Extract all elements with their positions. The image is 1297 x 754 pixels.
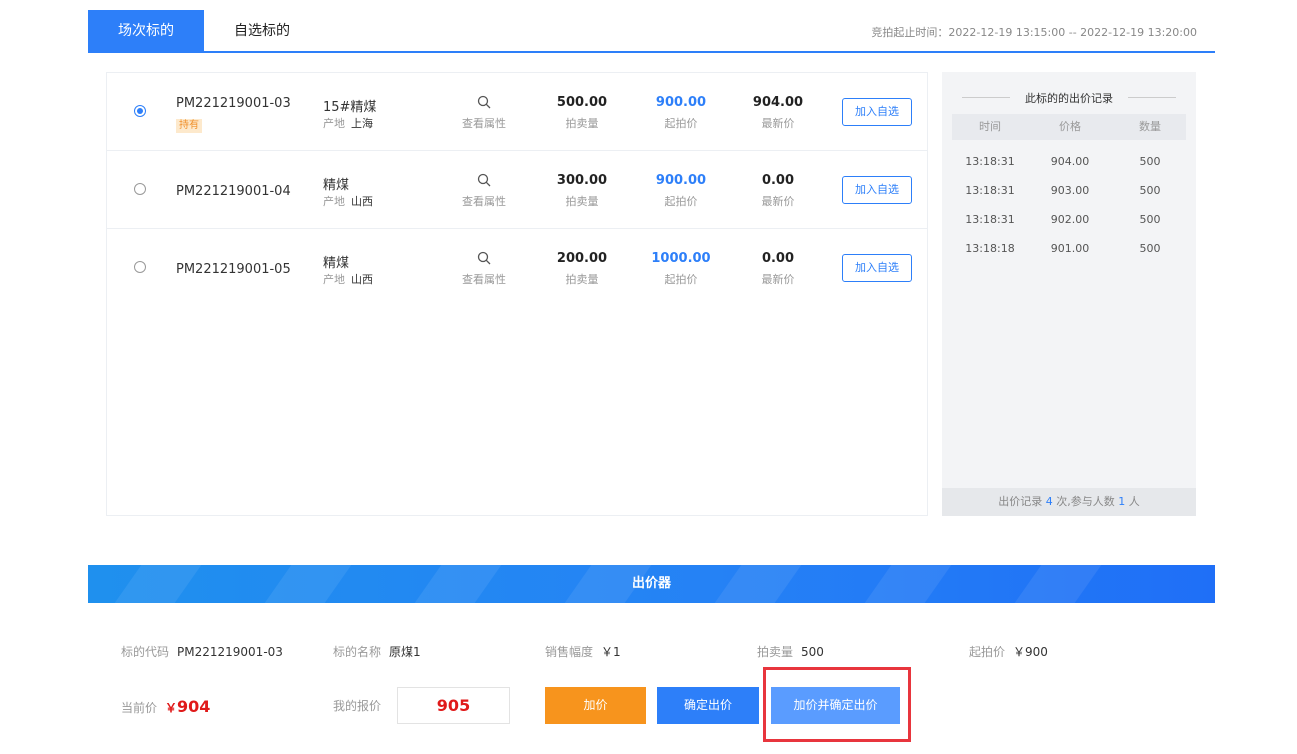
tab-watchlist-lots[interactable]: 自选标的: [204, 10, 320, 52]
bid-history-title: 此标的的出价记录: [942, 90, 1196, 106]
latest-price-metric: 0.00 最新价: [761, 251, 795, 286]
bid-history-panel: 此标的的出价记录 时间 价格 数量 13:18:31 904.00 500 13:1…: [942, 72, 1196, 516]
latest-price-metric: 0.00 最新价: [761, 173, 795, 208]
lot-row[interactable]: PM221219001-04 精煤 产地 山西 查看属性 300.00 拍卖量 90…: [107, 151, 927, 229]
confirm-bid-button[interactable]: 确定出价: [657, 687, 759, 724]
qty-metric: 300.00 拍卖量: [556, 173, 608, 208]
view-properties[interactable]: 查看属性: [439, 95, 529, 131]
bid-history-row: 13:18:18 901.00 500: [965, 242, 1161, 255]
lot-radio[interactable]: [134, 261, 146, 273]
lot-code: PM221219001-04: [176, 184, 291, 199]
bidder-banner: 出价器: [88, 565, 1215, 603]
add-watchlist-button[interactable]: 加入自选: [842, 254, 912, 282]
qty-metric: 500.00 拍卖量: [556, 95, 608, 130]
start-price-metric: 900.00 起拍价: [655, 173, 707, 208]
search-icon: [477, 173, 491, 187]
auction-time: 竞拍起止时间：2022-12-19 13:15:00 -- 2022-12-19…: [871, 26, 1197, 39]
start-price-info: 起拍价 ￥900: [969, 645, 1048, 659]
view-properties[interactable]: 查看属性: [439, 251, 529, 287]
lot-name: 15#精煤: [323, 100, 377, 115]
current-price: 当前价 ￥904: [121, 697, 211, 716]
lot-code-info: 标的代码 PM221219001-03: [121, 645, 283, 659]
bid-history-header: 时间 价格 数量: [952, 114, 1186, 140]
lot-row[interactable]: PM221219001-05 精煤 产地 山西 查看属性 200.00 拍卖量 10…: [107, 229, 927, 307]
qty-metric: 200.00 拍卖量: [556, 251, 608, 286]
search-icon: [477, 95, 491, 109]
lot-origin: 产地 山西: [323, 273, 373, 286]
lot-code: PM221219001-03: [176, 96, 291, 111]
bid-history-row: 13:18:31 902.00 500: [965, 213, 1161, 226]
latest-price-metric: 904.00 最新价: [752, 95, 804, 130]
hold-badge: 持有: [176, 119, 202, 133]
tab-bar: 场次标的 自选标的 竞拍起止时间：2022-12-19 13:15:00 -- …: [88, 10, 1215, 53]
add-watchlist-button[interactable]: 加入自选: [842, 98, 912, 126]
qty-info: 拍卖量 500: [757, 645, 824, 659]
lot-radio[interactable]: [134, 105, 146, 117]
view-properties[interactable]: 查看属性: [439, 173, 529, 209]
lot-list: PM221219001-03 持有 15#精煤 产地 上海 查看属性 500.00…: [106, 72, 928, 516]
lot-name-info: 标的名称 原煤1: [333, 645, 421, 659]
raise-bid-button[interactable]: 加价: [545, 687, 646, 724]
bidder-title: 出价器: [631, 576, 671, 591]
lot-origin: 产地 上海: [323, 117, 373, 130]
add-watchlist-button[interactable]: 加入自选: [842, 176, 912, 204]
step-info: 销售幅度 ￥1: [545, 645, 621, 659]
bid-history-row: 13:18:31 903.00 500: [965, 184, 1161, 197]
highlight-box: [763, 667, 911, 742]
lot-origin: 产地 山西: [323, 195, 373, 208]
my-bid-label: 我的报价: [333, 699, 382, 713]
search-icon: [477, 251, 491, 265]
bid-history-row: 13:18:31 904.00 500: [965, 155, 1161, 168]
my-bid-input[interactable]: 905: [397, 687, 510, 724]
start-price-metric: 900.00 起拍价: [655, 95, 707, 130]
lot-radio[interactable]: [134, 183, 146, 195]
lot-name: 精煤: [323, 256, 350, 271]
tab-session-lots[interactable]: 场次标的: [88, 10, 204, 52]
start-price-metric: 1000.00 起拍价: [651, 251, 711, 286]
lot-code: PM221219001-05: [176, 262, 291, 277]
bid-history-summary: 出价记录 4 次,参与人数 1 人: [942, 488, 1196, 516]
lot-row[interactable]: PM221219001-03 持有 15#精煤 产地 上海 查看属性 500.00…: [107, 73, 927, 151]
lot-name: 精煤: [323, 178, 350, 193]
